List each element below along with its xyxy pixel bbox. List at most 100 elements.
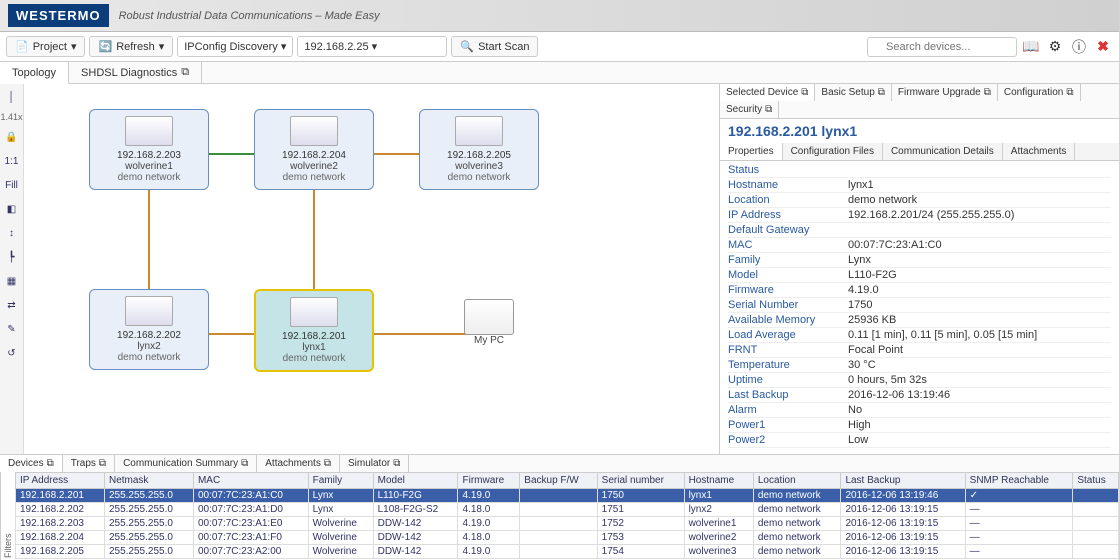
zoom-slider[interactable]: │ [3, 88, 21, 106]
table-cell: 1752 [597, 517, 684, 531]
device-node-wolverine2[interactable]: 192.168.2.204 wolverine2 demo network [254, 109, 374, 190]
fill-button[interactable]: Fill [3, 176, 21, 194]
table-cell: 2016-12-06 13:19:15 [841, 517, 965, 531]
table-row[interactable]: 192.168.2.202255.255.255.000:07:7C:23:A1… [16, 503, 1119, 517]
column-header[interactable]: Last Backup [841, 473, 965, 489]
tab-basic-setup[interactable]: Basic Setup ⧉ [815, 84, 892, 101]
table-row[interactable]: 192.168.2.205255.255.255.000:07:7C:23:A2… [16, 545, 1119, 559]
close-icon[interactable]: ✖ [1093, 37, 1113, 57]
search-input[interactable] [867, 37, 1017, 57]
column-header[interactable]: SNMP Reachable [965, 473, 1073, 489]
table-cell: 192.168.2.202 [16, 503, 105, 517]
table-cell: 255.255.255.0 [104, 545, 193, 559]
table-cell: 192.168.2.203 [16, 517, 105, 531]
property-row: MAC00:07:7C:23:A1:C0 [728, 238, 1111, 253]
tab-communication-summary[interactable]: Communication Summary ⧉ [115, 455, 257, 472]
table-row[interactable]: 192.168.2.203255.255.255.000:07:7C:23:A1… [16, 517, 1119, 531]
subtab-attachments[interactable]: Attachments [1003, 143, 1076, 160]
column-header[interactable]: Location [753, 473, 841, 489]
topology-canvas[interactable]: 192.168.2.203 wolverine1 demo network 19… [24, 84, 719, 454]
tool-grid-icon[interactable]: ▦ [3, 272, 21, 290]
property-key: Location [728, 194, 848, 206]
palette-icon[interactable]: ◧ [3, 200, 21, 218]
tab-traps[interactable]: Traps ⧉ [63, 455, 115, 472]
column-header[interactable]: Backup F/W [520, 473, 597, 489]
info-icon[interactable]: ⓘ [1069, 37, 1089, 57]
property-value: Focal Point [848, 344, 1111, 356]
refresh-button[interactable]: 🔄 Refresh ▾ [89, 36, 173, 57]
table-cell: 00:07:7C:23:A1:E0 [193, 517, 308, 531]
column-header[interactable]: Serial number [597, 473, 684, 489]
tab-security[interactable]: Security ⧉ [720, 101, 779, 118]
table-row[interactable]: 192.168.2.204255.255.255.000:07:7C:23:A1… [16, 531, 1119, 545]
tool-undo-icon[interactable]: ↺ [3, 344, 21, 362]
filters-label[interactable]: Filters [0, 472, 15, 560]
pc-node[interactable]: My PC [439, 299, 539, 346]
tab-topology[interactable]: Topology [0, 62, 69, 84]
property-row: Uptime0 hours, 5m 32s [728, 373, 1111, 388]
tab-simulator[interactable]: Simulator ⧉ [340, 455, 409, 472]
device-image-icon [125, 296, 173, 326]
table-cell: demo network [753, 517, 841, 531]
tab-attachments-bottom[interactable]: Attachments ⧉ [257, 455, 340, 472]
gear-icon[interactable]: ⚙ [1045, 37, 1065, 57]
device-network: demo network [424, 172, 534, 183]
start-scan-button[interactable]: 🔍 Start Scan [451, 36, 538, 57]
subtab-properties[interactable]: Properties [720, 143, 783, 160]
subtab-communication-details[interactable]: Communication Details [883, 143, 1003, 160]
ratio-button[interactable]: 1:1 [3, 152, 21, 170]
column-header[interactable]: Netmask [104, 473, 193, 489]
tab-label: Selected Device [726, 87, 798, 98]
property-value: 00:07:7C:23:A1:C0 [848, 239, 1111, 251]
device-hostname: wolverine3 [424, 161, 534, 172]
device-hostname: wolverine2 [259, 161, 369, 172]
table-cell: wolverine3 [684, 545, 753, 559]
column-header[interactable]: MAC [193, 473, 308, 489]
tab-shdsl[interactable]: SHDSL Diagnostics ⧉ [69, 62, 202, 83]
column-header[interactable]: Firmware [458, 473, 520, 489]
tab-label: Firmware Upgrade [898, 87, 981, 98]
tool-arrows-icon[interactable]: ↕ [3, 224, 21, 242]
table-cell: 255.255.255.0 [104, 531, 193, 545]
tool-text-icon[interactable]: ✎ [3, 320, 21, 338]
discovery-value: IPConfig Discovery [184, 41, 278, 53]
devices-table: IP AddressNetmaskMACFamilyModelFirmwareB… [15, 472, 1119, 559]
property-value: lynx1 [848, 179, 1111, 191]
tool-tree-icon[interactable]: ┡ [3, 248, 21, 266]
lock-icon[interactable]: 🔒 [3, 128, 21, 146]
tab-selected-device[interactable]: Selected Device ⧉ [720, 84, 815, 101]
property-key: FRNT [728, 344, 848, 356]
property-value: Low [848, 434, 1111, 446]
property-key: Last Backup [728, 389, 848, 401]
tab-configuration[interactable]: Configuration ⧉ [998, 84, 1081, 101]
column-header[interactable]: Hostname [684, 473, 753, 489]
scan-label: Start Scan [478, 41, 529, 53]
tab-firmware-upgrade[interactable]: Firmware Upgrade ⧉ [892, 84, 998, 101]
column-header[interactable]: Model [373, 473, 458, 489]
property-key: Power2 [728, 434, 848, 446]
property-key: Default Gateway [728, 224, 848, 236]
book-icon[interactable]: 📖 [1021, 37, 1041, 57]
device-node-lynx2[interactable]: 192.168.2.202 lynx2 demo network [89, 289, 209, 370]
device-node-lynx1-selected[interactable]: 192.168.2.201 lynx1 demo network [254, 289, 374, 372]
device-node-wolverine1[interactable]: 192.168.2.203 wolverine1 demo network [89, 109, 209, 190]
table-cell: Wolverine [308, 545, 373, 559]
devices-table-container: IP AddressNetmaskMACFamilyModelFirmwareB… [15, 472, 1119, 560]
device-image-icon [125, 116, 173, 146]
table-cell [1073, 517, 1119, 531]
ip-dropdown[interactable]: 192.168.2.25 ▾ [297, 36, 447, 57]
column-header[interactable]: Family [308, 473, 373, 489]
device-node-wolverine3[interactable]: 192.168.2.205 wolverine3 demo network [419, 109, 539, 190]
subtab-configuration-files[interactable]: Configuration Files [783, 143, 883, 160]
property-value [848, 164, 1111, 176]
tool-links-icon[interactable]: ⇄ [3, 296, 21, 314]
table-row[interactable]: 192.168.2.201255.255.255.000:07:7C:23:A1… [16, 489, 1119, 503]
property-value: 2016-12-06 13:19:46 [848, 389, 1111, 401]
column-header[interactable]: IP Address [16, 473, 105, 489]
table-cell: Lynx [308, 489, 373, 503]
tab-devices[interactable]: Devices ⧉ [0, 455, 63, 472]
device-image-icon [455, 116, 503, 146]
column-header[interactable]: Status [1073, 473, 1119, 489]
project-button[interactable]: 📄 Project ▾ [6, 36, 85, 57]
discovery-dropdown[interactable]: IPConfig Discovery ▾ [177, 36, 293, 57]
